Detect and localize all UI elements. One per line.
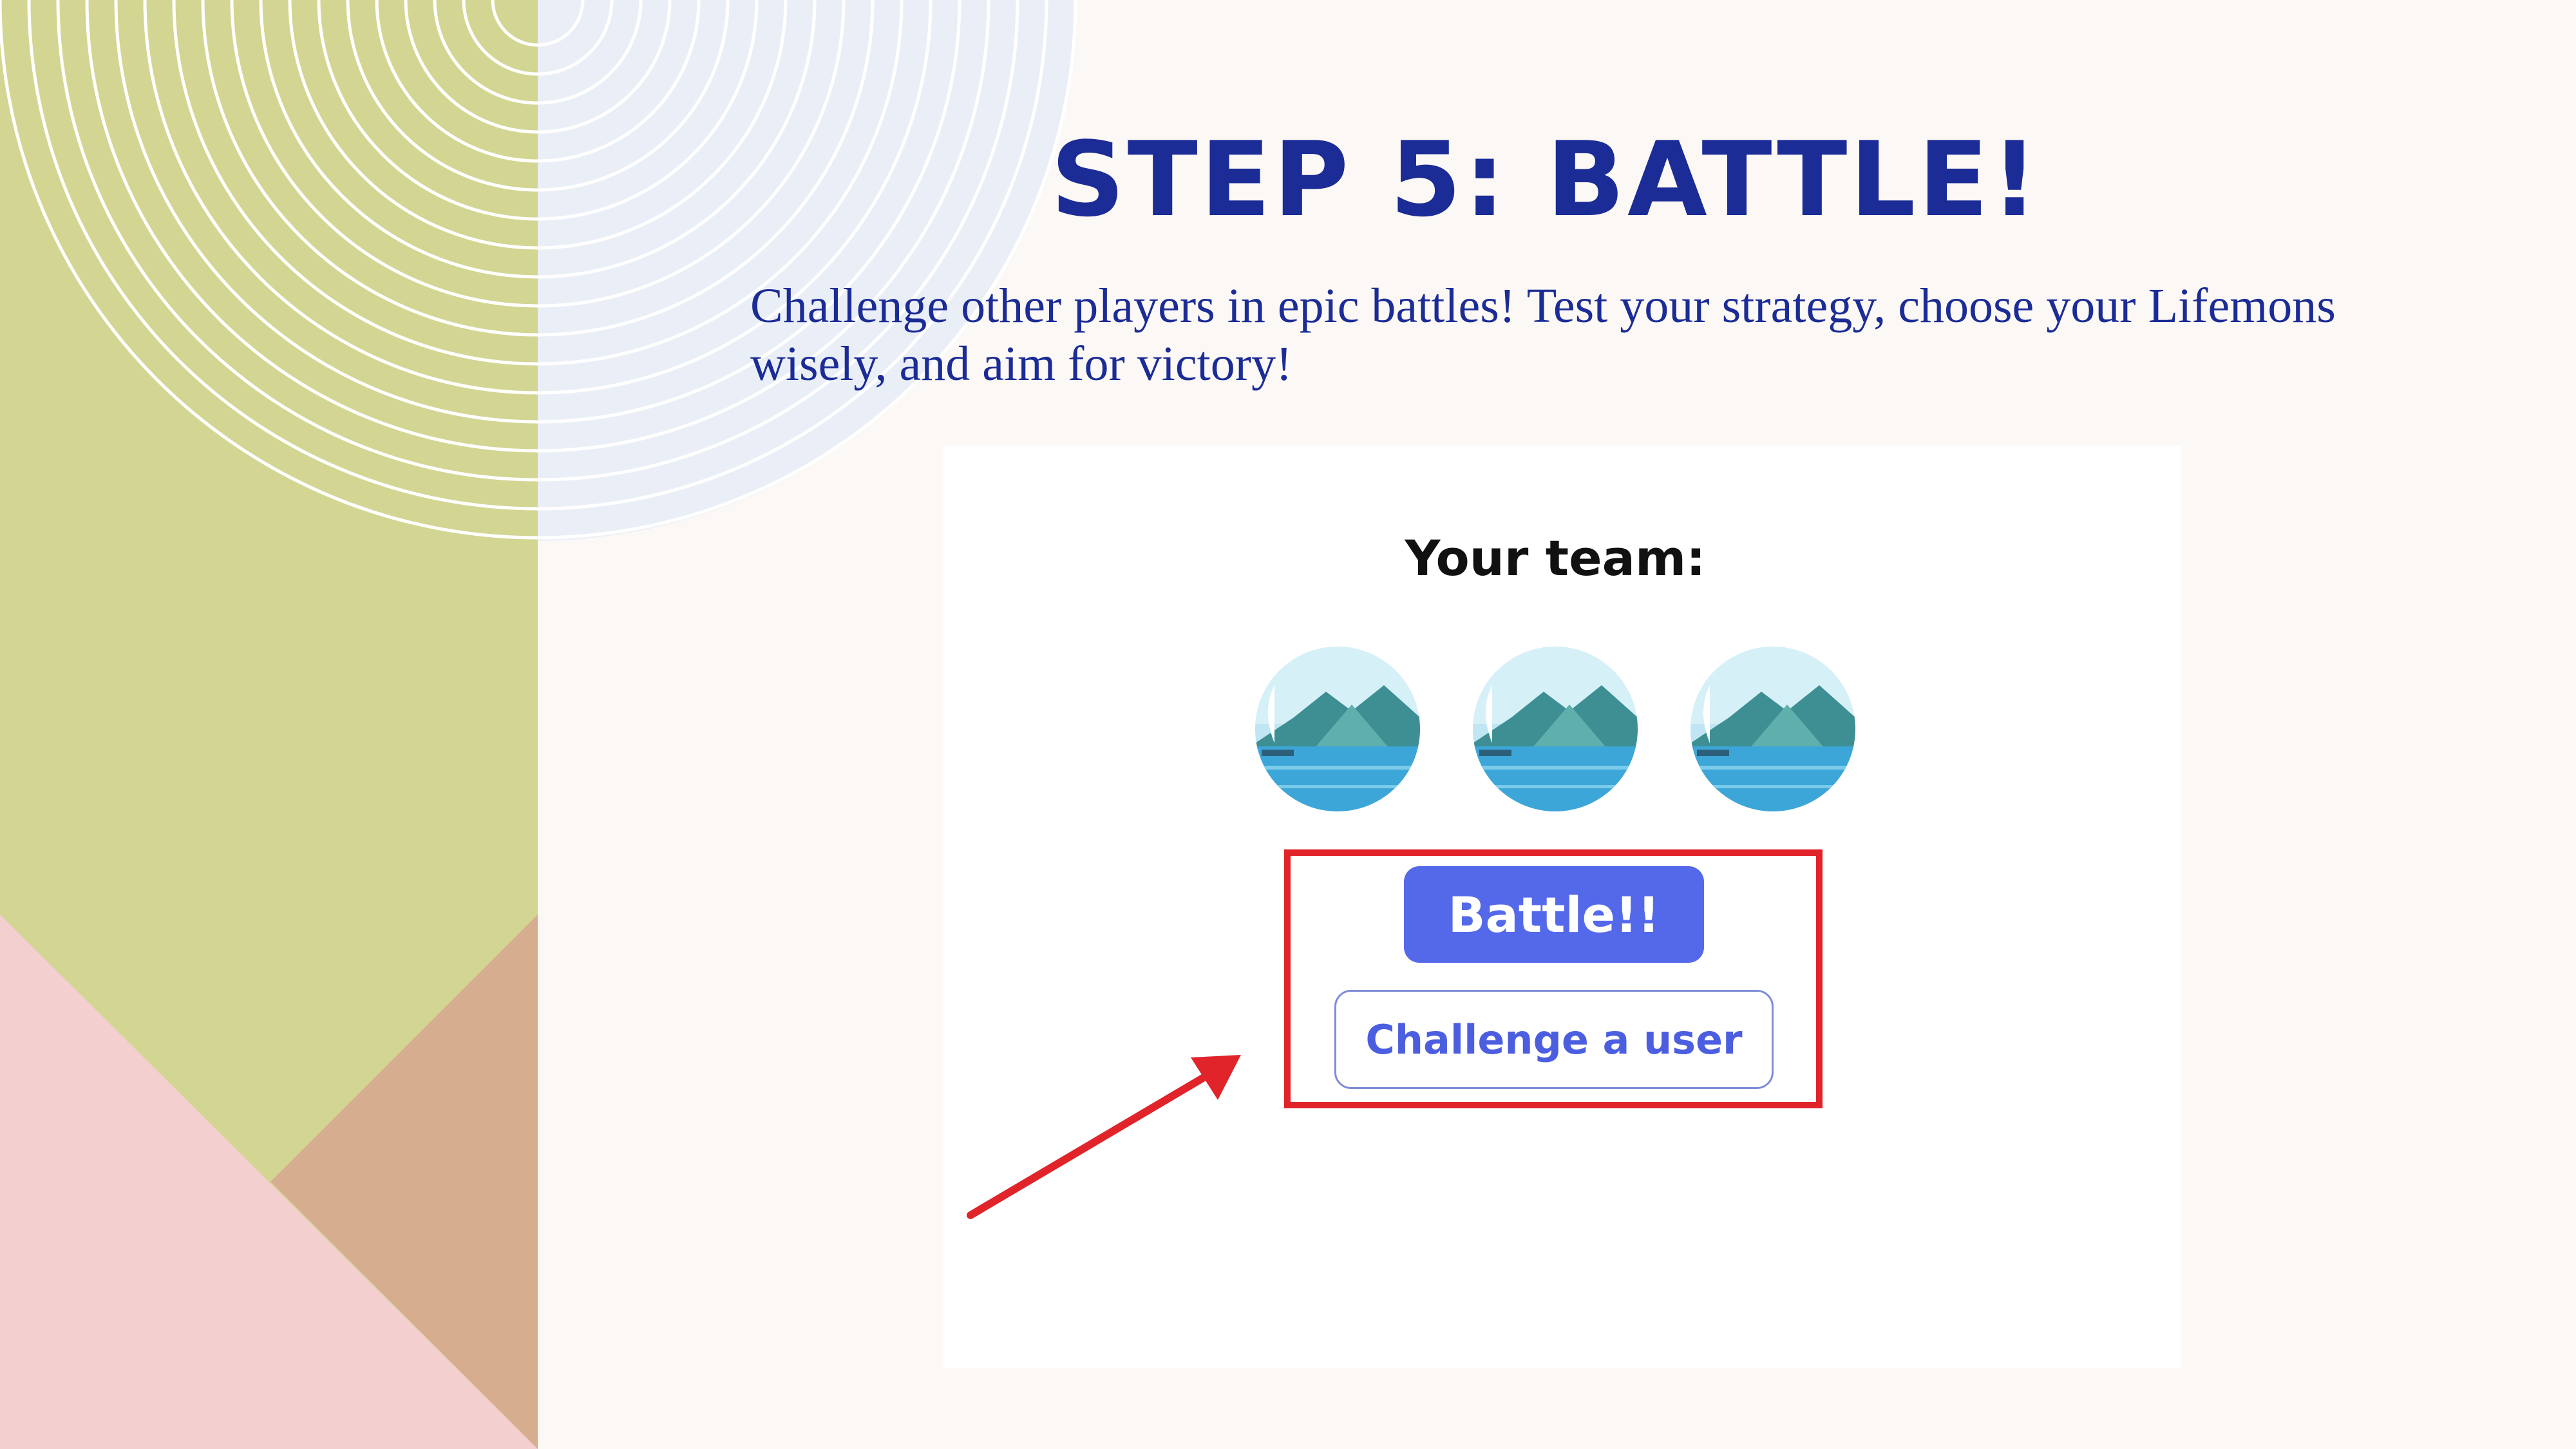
- slide-title: STEP 5: BATTLE!: [1050, 119, 2041, 240]
- slide: STEP 5: BATTLE! Challenge other players …: [0, 0, 2576, 1449]
- app-screenshot: Your team: Battle!! Challenge a user: [943, 446, 2181, 1368]
- team-member-avatar-3[interactable]: [1690, 647, 1855, 811]
- lake-landscape-avatar-icon: [1473, 647, 1638, 811]
- lake-landscape-avatar-icon: [1255, 647, 1420, 811]
- slide-description: Challenge other players in epic battles!…: [750, 279, 2336, 391]
- battle-button[interactable]: Battle!!: [1404, 866, 1704, 963]
- team-member-avatar-1[interactable]: [1255, 647, 1420, 811]
- team-member-avatar-2[interactable]: [1473, 647, 1638, 811]
- team-label: Your team:: [1405, 529, 1706, 587]
- lake-landscape-avatar-icon: [1690, 647, 1855, 811]
- challenge-user-button[interactable]: Challenge a user: [1334, 990, 1774, 1089]
